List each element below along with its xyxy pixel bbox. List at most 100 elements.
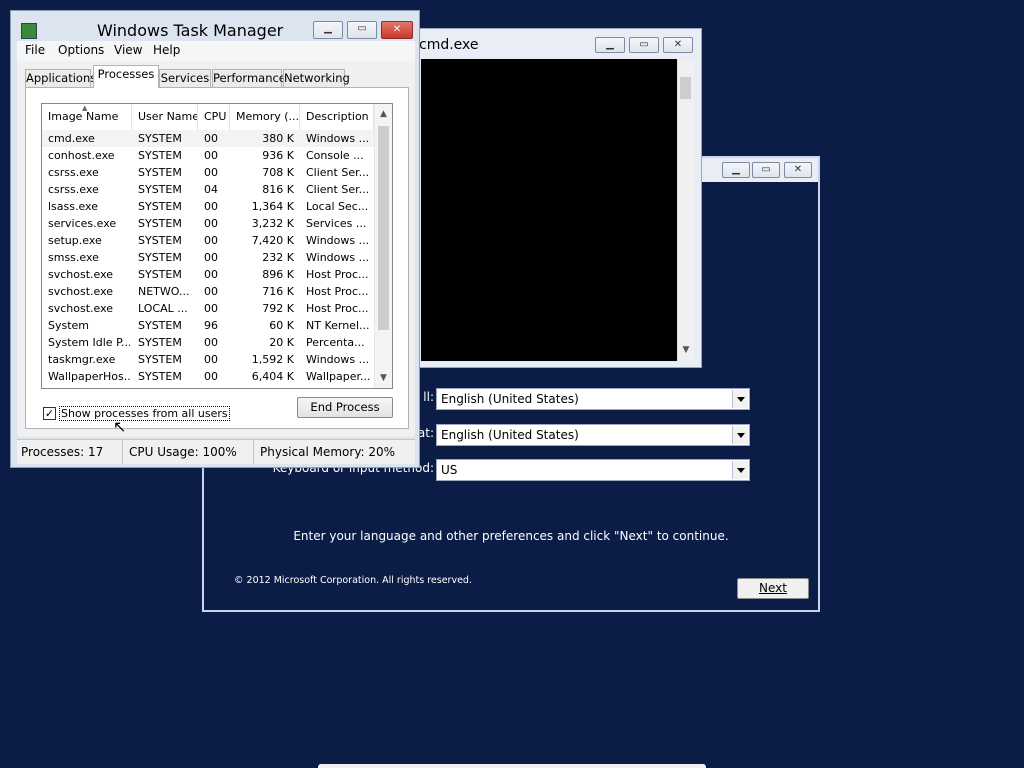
process-row[interactable]: WallpaperHos... SYSTEM 00 6,404 K Wallpaper.… bbox=[42, 368, 374, 385]
keyboard-select[interactable]: US bbox=[436, 459, 750, 481]
cmd-scrollbar[interactable]: ▼ bbox=[677, 59, 694, 361]
chevron-down-icon[interactable]: ▼ bbox=[375, 370, 392, 386]
process-row[interactable]: svchost.exe LOCAL ... 00 792 K Host Proc... bbox=[42, 300, 374, 317]
process-name-cell: lsass.exe bbox=[48, 200, 98, 213]
tab-services[interactable]: Services bbox=[159, 69, 211, 87]
menu-view[interactable]: View bbox=[114, 43, 142, 57]
close-button[interactable]: ✕ bbox=[381, 21, 413, 39]
setup-instruction: Enter your language and other preference… bbox=[293, 529, 729, 543]
process-row[interactable]: setup.exe SYSTEM 00 7,420 K Windows ... bbox=[42, 232, 374, 249]
process-user-cell: SYSTEM bbox=[138, 217, 182, 230]
process-row[interactable]: smss.exe SYSTEM 00 232 K Windows ... bbox=[42, 249, 374, 266]
process-row[interactable]: lsass.exe SYSTEM 00 1,364 K Local Sec... bbox=[42, 198, 374, 215]
process-row[interactable]: csrss.exe SYSTEM 04 816 K Client Ser... bbox=[42, 181, 374, 198]
tab-networking[interactable]: Networking bbox=[283, 69, 350, 87]
process-mem-cell: 936 K bbox=[262, 149, 294, 162]
time-format-select[interactable]: English (United States) bbox=[436, 424, 750, 446]
process-cpu-cell: 00 bbox=[204, 149, 218, 162]
process-desc-cell: Client Ser... bbox=[306, 183, 370, 196]
process-row[interactable]: svchost.exe SYSTEM 00 896 K Host Proc... bbox=[42, 266, 374, 283]
process-user-cell: SYSTEM bbox=[138, 336, 182, 349]
process-name-cell: conhost.exe bbox=[48, 149, 115, 162]
process-mem-cell: 380 K bbox=[262, 132, 294, 145]
menu-help[interactable]: Help bbox=[153, 43, 180, 57]
process-cpu-cell: 00 bbox=[204, 336, 218, 349]
process-desc-cell: Windows ... bbox=[306, 353, 370, 366]
process-desc-cell: Host Proc... bbox=[306, 285, 369, 298]
process-list[interactable]: Image Name ▲ User Name CPU Memory (... D… bbox=[41, 103, 393, 389]
chevron-down-icon[interactable]: ▼ bbox=[678, 345, 694, 355]
task-manager-body: Applications Processes Services Performa… bbox=[17, 61, 415, 437]
process-desc-cell: Windows ... bbox=[306, 132, 370, 145]
process-cpu-cell: 00 bbox=[204, 302, 218, 315]
process-row[interactable]: services.exe SYSTEM 00 3,232 K Services ... bbox=[42, 215, 374, 232]
process-desc-cell: Windows ... bbox=[306, 251, 370, 264]
process-row[interactable]: svchost.exe NETWO... 00 716 K Host Proc... bbox=[42, 283, 374, 300]
chevron-down-icon[interactable] bbox=[732, 461, 748, 479]
copyright-text: © 2012 Microsoft Corporation. All rights… bbox=[234, 575, 472, 586]
minimize-button[interactable]: ▁ bbox=[313, 21, 343, 39]
end-process-button[interactable]: End Process bbox=[297, 397, 393, 418]
process-row[interactable]: cmd.exe SYSTEM 00 380 K Windows ... bbox=[42, 130, 374, 147]
process-cpu-cell: 00 bbox=[204, 217, 218, 230]
scroll-thumb[interactable] bbox=[378, 126, 389, 330]
menu-options[interactable]: Options bbox=[58, 43, 104, 57]
process-row[interactable]: conhost.exe SYSTEM 00 936 K Console ... bbox=[42, 147, 374, 164]
cmd-window: cmd.exe ▁ ▭ ✕ ▼ bbox=[414, 28, 702, 368]
tab-processes[interactable]: Processes bbox=[93, 65, 159, 88]
column-memory[interactable]: Memory (... bbox=[230, 104, 300, 130]
show-all-users-label[interactable]: Show processes from all users bbox=[59, 406, 230, 421]
chevron-down-icon[interactable] bbox=[732, 426, 748, 444]
next-button[interactable]: Next bbox=[737, 578, 809, 599]
process-name-cell: WallpaperHos... bbox=[48, 370, 130, 383]
process-desc-cell: Host Proc... bbox=[306, 302, 369, 315]
process-row[interactable]: csrss.exe SYSTEM 00 708 K Client Ser... bbox=[42, 164, 374, 181]
tab-performance[interactable]: Performance bbox=[212, 69, 286, 87]
minimize-icon: ▁ bbox=[324, 23, 332, 34]
process-desc-cell: Windows ... bbox=[306, 234, 370, 247]
process-desc-cell: Percenta... bbox=[306, 336, 365, 349]
process-user-cell: SYSTEM bbox=[138, 166, 182, 179]
cmd-maximize-button[interactable]: ▭ bbox=[629, 37, 659, 53]
setup-close-button[interactable]: ✕ bbox=[784, 162, 812, 178]
process-mem-cell: 1,364 K bbox=[251, 200, 294, 213]
mouse-cursor-icon: ↖ bbox=[113, 417, 127, 436]
chevron-up-icon[interactable]: ▲ bbox=[375, 106, 392, 122]
setup-bottom-panel bbox=[318, 764, 706, 768]
process-mem-cell: 20 K bbox=[269, 336, 294, 349]
process-name-cell: cmd.exe bbox=[48, 132, 95, 145]
process-row[interactable]: System SYSTEM 96 60 K NT Kernel... bbox=[42, 317, 374, 334]
process-cpu-cell: 00 bbox=[204, 234, 218, 247]
task-manager-window: Windows Task Manager ▁ ▭ ✕ File Options … bbox=[10, 10, 420, 468]
menu-file[interactable]: File bbox=[25, 43, 45, 57]
column-cpu[interactable]: CPU bbox=[198, 104, 230, 130]
task-manager-app-icon bbox=[21, 23, 37, 39]
cmd-scroll-thumb[interactable] bbox=[680, 77, 691, 99]
process-row[interactable]: System Idle P... SYSTEM 00 20 K Percenta... bbox=[42, 334, 374, 351]
cmd-minimize-button[interactable]: ▁ bbox=[595, 37, 625, 53]
cmd-close-button[interactable]: ✕ bbox=[663, 37, 693, 53]
process-desc-cell: Console ... bbox=[306, 149, 364, 162]
chevron-down-icon[interactable] bbox=[732, 390, 748, 408]
column-user-name[interactable]: User Name bbox=[132, 104, 198, 130]
process-mem-cell: 232 K bbox=[262, 251, 294, 264]
tab-applications[interactable]: Applications bbox=[25, 69, 96, 87]
time-format-select-value: English (United States) bbox=[441, 428, 579, 442]
status-processes: Processes: 17 bbox=[17, 440, 123, 464]
setup-minimize-button[interactable]: ▁ bbox=[722, 162, 750, 178]
maximize-button[interactable]: ▭ bbox=[347, 21, 377, 39]
status-bar: Processes: 17 CPU Usage: 100% Physical M… bbox=[17, 439, 415, 464]
window-title: Windows Task Manager bbox=[97, 21, 284, 40]
process-name-cell: taskmgr.exe bbox=[48, 353, 116, 366]
setup-maximize-button[interactable]: ▭ bbox=[752, 162, 780, 178]
process-user-cell: SYSTEM bbox=[138, 370, 182, 383]
console-area[interactable] bbox=[421, 59, 677, 361]
process-cpu-cell: 00 bbox=[204, 285, 218, 298]
process-list-scrollbar[interactable]: ▲ ▼ bbox=[374, 104, 392, 388]
language-select[interactable]: English (United States) bbox=[436, 388, 750, 410]
process-mem-cell: 60 K bbox=[269, 319, 294, 332]
column-description[interactable]: Description bbox=[300, 104, 374, 130]
show-all-users-checkbox[interactable]: ✓ bbox=[43, 407, 56, 420]
process-row[interactable]: taskmgr.exe SYSTEM 00 1,592 K Windows ... bbox=[42, 351, 374, 368]
sort-ascending-icon: ▲ bbox=[82, 104, 88, 112]
